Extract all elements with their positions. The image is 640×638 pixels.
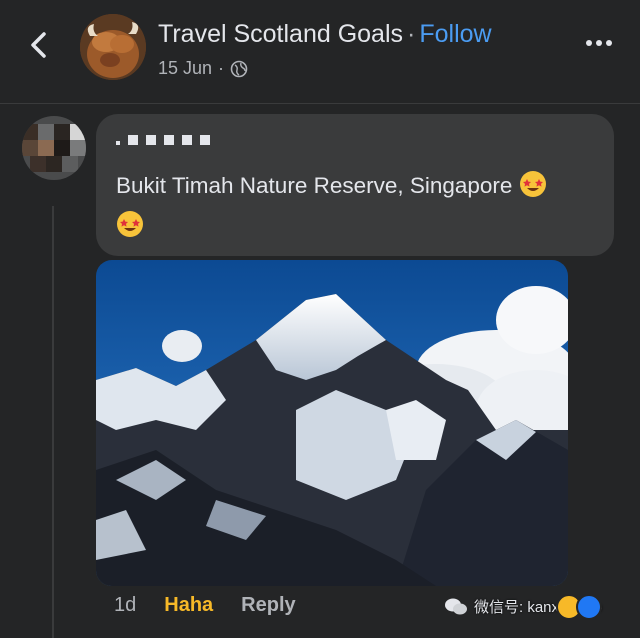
wechat-icon (445, 598, 467, 614)
comment-photo[interactable] (96, 260, 568, 586)
commenter-avatar[interactable] (22, 116, 86, 180)
post-header: Travel Scotland Goals · Follow 15 Jun · (0, 0, 640, 104)
post-title-row: Travel Scotland Goals · Follow (158, 20, 492, 49)
comment-text: Bukit Timah Nature Reserve, Singapore (116, 166, 596, 246)
post-date[interactable]: 15 Jun (158, 58, 212, 79)
page-name[interactable]: Travel Scotland Goals (158, 20, 403, 48)
more-options-icon[interactable] (586, 40, 614, 50)
comment-actions: 1d Haha Reply (114, 594, 296, 617)
reaction-summary[interactable] (556, 594, 602, 620)
globe-icon (230, 60, 248, 77)
comment-author-redacted[interactable] (116, 132, 210, 148)
title-separator: · (407, 20, 416, 48)
back-arrow-icon[interactable] (22, 28, 56, 62)
page-avatar[interactable] (80, 14, 146, 80)
like-icon (576, 594, 602, 620)
post-meta: 15 Jun · (158, 58, 248, 79)
meta-separator: · (218, 58, 225, 78)
comment-bubble: Bukit Timah Nature Reserve, Singapore (96, 114, 614, 256)
star-struck-emoji-icon (519, 171, 546, 197)
comment-time[interactable]: 1d (114, 594, 136, 617)
comment-body: Bukit Timah Nature Reserve, Singapore (116, 173, 513, 198)
reply-button[interactable]: Reply (241, 594, 295, 617)
thread-line (52, 206, 54, 638)
star-struck-emoji-icon (117, 211, 143, 237)
follow-button[interactable]: Follow (419, 20, 491, 48)
haha-reaction-button[interactable]: Haha (164, 594, 213, 617)
